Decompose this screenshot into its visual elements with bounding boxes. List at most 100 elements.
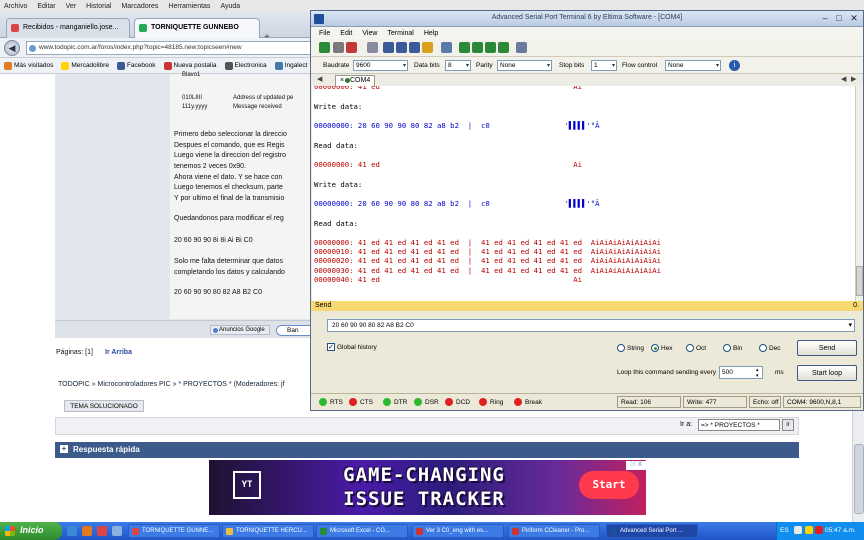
taskbar-task[interactable]: Piriform CCleaner - Pro...: [508, 524, 600, 538]
security-icon[interactable]: [805, 526, 813, 534]
terminal-scrollbar[interactable]: [855, 86, 863, 301]
jump-go-button[interactable]: ir: [782, 419, 794, 431]
info-icon[interactable]: i: [729, 60, 740, 71]
menu-ver[interactable]: Ver: [66, 3, 77, 10]
send-data-input[interactable]: 20 60 90 90 80 82 A8 B2 C0: [327, 319, 855, 332]
go-up-link[interactable]: Ir Arriba: [105, 349, 132, 356]
desktop-icon[interactable]: [112, 526, 122, 536]
taskbar-task[interactable]: Ver 3 C0_eng with es...: [412, 524, 504, 538]
menu-edit[interactable]: Edit: [340, 30, 352, 37]
bookmark-item[interactable]: Mercadolibre: [61, 61, 109, 70]
format-radio-dec[interactable]: Dec: [759, 344, 781, 352]
menu-ayuda[interactable]: Ayuda: [220, 3, 240, 10]
radio-icon[interactable]: [723, 344, 731, 352]
menu-marcadores[interactable]: Marcadores: [121, 3, 158, 10]
gear-icon[interactable]: [516, 42, 527, 53]
radio-icon[interactable]: [686, 344, 694, 352]
parity-select[interactable]: None: [497, 60, 552, 71]
tab-scroll-left-icon[interactable]: ◀: [841, 75, 846, 83]
disconnect-icon[interactable]: [346, 42, 357, 53]
signal-break[interactable]: Break: [514, 398, 542, 406]
language-indicator[interactable]: ES: [780, 527, 789, 534]
firefox-icon[interactable]: [82, 526, 92, 536]
media-icon[interactable]: [97, 526, 107, 536]
tab-scroll-left-icon[interactable]: ◀: [317, 75, 322, 83]
maximize-icon[interactable]: □: [833, 13, 845, 24]
scrollbar-thumb[interactable]: [856, 266, 863, 296]
display-mode-icon[interactable]: [396, 42, 407, 53]
radio-selected-icon[interactable]: [651, 344, 659, 352]
tab-torniquette[interactable]: TORNIQUETTE GUNNEBO: [134, 18, 260, 38]
radio-icon[interactable]: [759, 344, 767, 352]
terminal-output[interactable]: 00000000: 41 ed Ai Write data: 00000000: 2…: [312, 86, 855, 301]
antivirus-icon[interactable]: [815, 526, 823, 534]
loop-interval-stepper[interactable]: 500: [719, 366, 763, 379]
menu-help[interactable]: Help: [424, 30, 438, 37]
send-button[interactable]: Send: [797, 340, 857, 356]
menu-file[interactable]: File: [319, 30, 330, 37]
format-radio-hex[interactable]: Hex: [651, 344, 673, 352]
line-control-icon[interactable]: [472, 42, 483, 53]
signal-dtr[interactable]: DTR: [383, 398, 407, 406]
bookmark-item[interactable]: Nueva postalia: [163, 61, 217, 70]
checkbox-checked-icon[interactable]: ✓: [327, 343, 335, 351]
format-radio-string[interactable]: String: [617, 344, 644, 352]
bookmark-item[interactable]: Electronica: [224, 61, 267, 70]
advertisement-banner[interactable]: YT GAME-CHANGING ISSUE TRACKER Start: [209, 460, 646, 515]
bookmark-item[interactable]: Más visitados: [4, 61, 53, 70]
line-control-icon[interactable]: [498, 42, 509, 53]
tab-gmail[interactable]: Recibidos - manganiello.jose...: [6, 18, 130, 38]
bookmark-item[interactable]: Facebook: [116, 61, 156, 70]
quick-reply-header[interactable]: Respuesta rápida: [55, 442, 799, 458]
global-history-checkbox[interactable]: ✓ Global history: [327, 343, 377, 351]
flow-control-select[interactable]: None: [665, 60, 721, 71]
scrollbar-thumb[interactable]: [854, 444, 864, 514]
url-bar[interactable]: www.todopic.com.ar/foros/index.php?topic…: [26, 41, 316, 55]
display-mode-icon[interactable]: [409, 42, 420, 53]
new-session-icon[interactable]: [319, 42, 330, 53]
quote-button[interactable]: Ban: [276, 325, 310, 336]
display-mode-icon[interactable]: [383, 42, 394, 53]
taskbar-task[interactable]: Microsoft Excel - CG...: [316, 524, 408, 538]
baudrate-select[interactable]: 9600: [353, 60, 408, 71]
line-control-icon[interactable]: [485, 42, 496, 53]
ad-close-icon[interactable]: ⓘ X: [626, 461, 646, 470]
breadcrumb[interactable]: TODOPIC » Microcontroladores PIC » * PRO…: [58, 381, 285, 388]
tab-scroll-right-icon[interactable]: ▶: [851, 75, 856, 83]
jump-to-select[interactable]: => * PROYECTOS *: [698, 419, 780, 431]
ad-start-button[interactable]: Start: [579, 471, 639, 499]
back-arrow-icon[interactable]: ◀: [4, 40, 20, 56]
stopbits-select[interactable]: 1: [591, 60, 617, 71]
network-icon[interactable]: [794, 526, 802, 534]
close-tab-icon[interactable]: ×: [340, 76, 344, 86]
minimize-icon[interactable]: –: [819, 13, 831, 24]
copy-icon[interactable]: [367, 42, 378, 53]
search-icon[interactable]: [333, 42, 344, 53]
solved-topic-button[interactable]: TEMA SOLUCIONADO: [64, 400, 144, 412]
ie-icon[interactable]: [67, 526, 77, 536]
google-ads-label[interactable]: Anuncios Google: [210, 325, 270, 335]
menu-herramientas[interactable]: Herramientas: [168, 3, 210, 10]
menu-archivo[interactable]: Archivo: [4, 3, 27, 10]
close-icon[interactable]: ✕: [848, 13, 860, 24]
start-button[interactable]: Inicio: [0, 522, 62, 540]
menu-historial[interactable]: Historial: [86, 3, 111, 10]
menu-view[interactable]: View: [362, 30, 377, 37]
bookmark-item[interactable]: Ingalect: [274, 61, 307, 70]
radio-icon[interactable]: [617, 344, 625, 352]
tab-com4[interactable]: × COM4: [335, 75, 375, 86]
line-control-icon[interactable]: [459, 42, 470, 53]
signal-rts[interactable]: RTS: [319, 398, 343, 406]
taskbar-task[interactable]: TORNIQUETTE GUNNE...: [128, 524, 220, 538]
format-radio-oct[interactable]: Oct: [686, 344, 706, 352]
pin-icon[interactable]: 0.: [853, 301, 859, 311]
display-mode-icon[interactable]: [422, 42, 433, 53]
databits-select[interactable]: 8: [445, 60, 471, 71]
taskbar-task[interactable]: Advanced Serial Port ...: [606, 524, 698, 538]
menu-terminal[interactable]: Terminal: [387, 30, 413, 37]
menu-editar[interactable]: Editar: [37, 3, 55, 10]
pin-icon[interactable]: [441, 42, 452, 53]
taskbar-task[interactable]: TORNIQUETTE HERCU...: [222, 524, 314, 538]
window-titlebar[interactable]: Advanced Serial Port Terminal 6 by Eltim…: [311, 11, 863, 27]
start-loop-button[interactable]: Start loop: [797, 365, 857, 381]
